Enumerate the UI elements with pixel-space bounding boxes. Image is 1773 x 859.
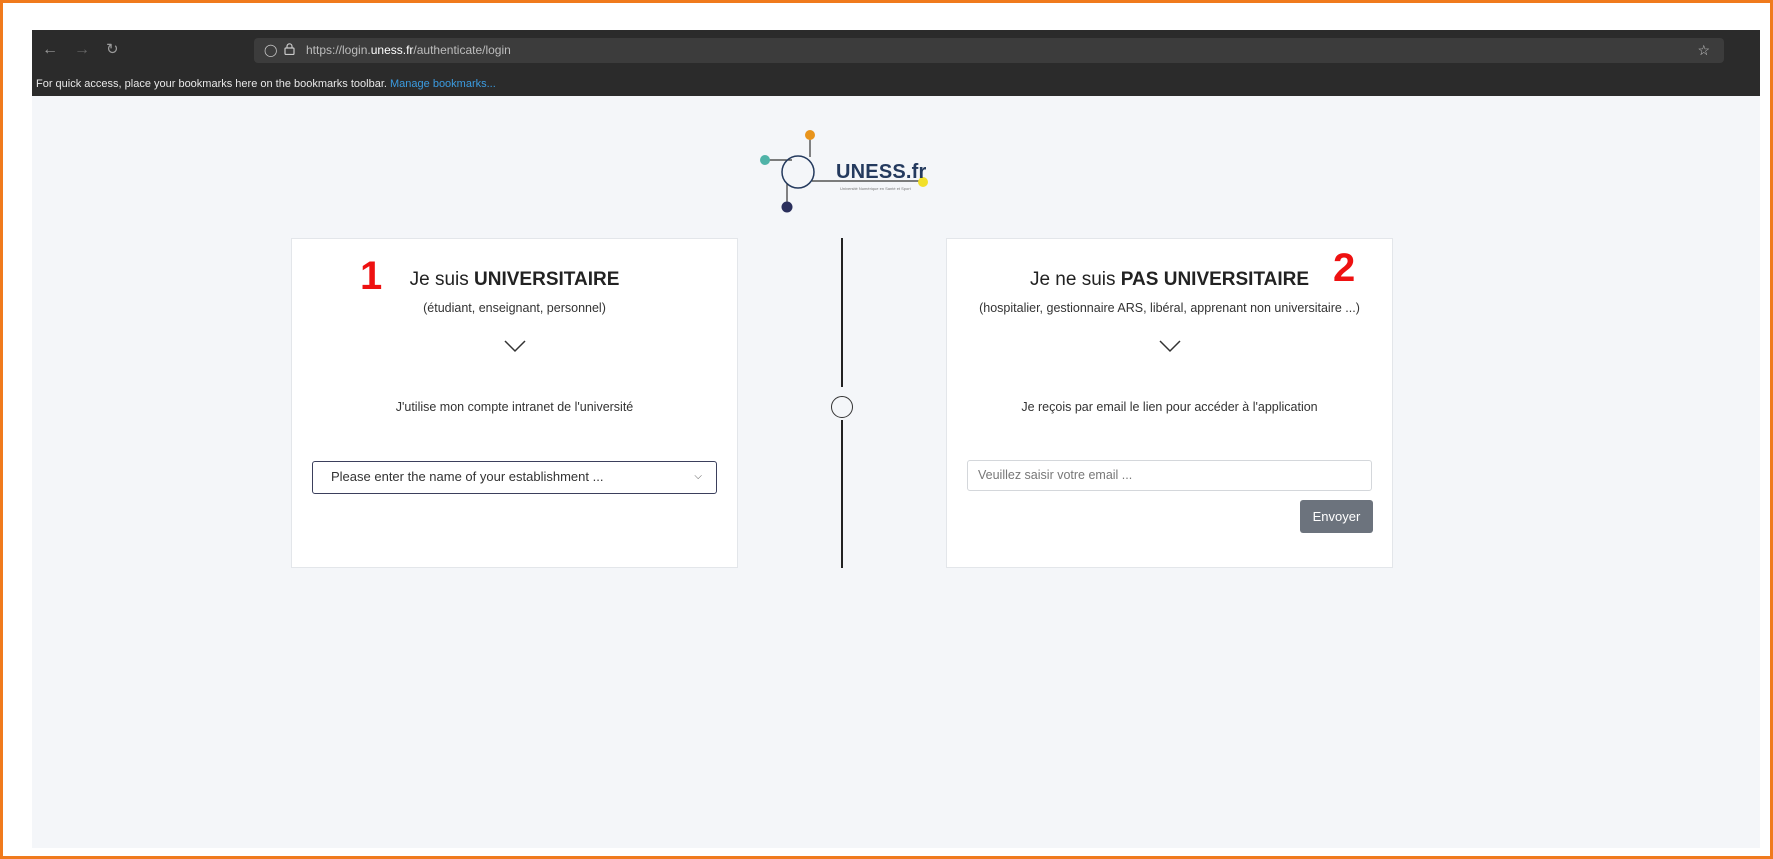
logo-text: UNESS.fr bbox=[836, 161, 927, 183]
url-path: /authenticate/login bbox=[413, 43, 511, 57]
title-prefix: Je ne suis bbox=[1029, 269, 1121, 290]
card-subtitle: (hospitalier, gestionnaire ARS, libéral,… bbox=[979, 301, 1360, 315]
chevron-down-icon bbox=[503, 340, 526, 353]
title-prefix: Je suis bbox=[409, 269, 475, 290]
arrow-left-icon[interactable]: ← bbox=[42, 41, 58, 59]
send-button[interactable]: Envoyer bbox=[1300, 500, 1373, 533]
uness-logo: UNESS.fr Université Numérique en Santé e… bbox=[760, 130, 940, 220]
card-title: Je ne suis PAS UNIVERSITAIRE bbox=[947, 269, 1392, 291]
url-bar[interactable]: ◯ https://login.uness.fr/authenticate/lo… bbox=[254, 38, 1724, 63]
email-field[interactable]: Veuillez saisir votre email ... bbox=[967, 460, 1372, 491]
annotation-marker-1: 1 bbox=[360, 254, 383, 298]
shield-icon[interactable]: ◯ bbox=[264, 38, 277, 63]
bookmarks-toolbar: For quick access, place your bookmarks h… bbox=[32, 72, 1760, 96]
browser-window: ← → ↻ ◯ https://login.uness.fr/authentic… bbox=[32, 30, 1760, 848]
arrow-right-icon[interactable]: → bbox=[74, 41, 90, 59]
divider-line-bottom bbox=[841, 420, 843, 568]
url-text: https://login.uness.fr/authenticate/logi… bbox=[306, 38, 511, 63]
email-placeholder: Veuillez saisir votre email ... bbox=[978, 468, 1133, 482]
manage-bookmarks-link[interactable]: Manage bookmarks... bbox=[390, 78, 496, 90]
card-description: Je reçois par email le lien pour accéder… bbox=[1021, 400, 1318, 414]
divider-circle bbox=[831, 396, 853, 418]
reload-icon[interactable]: ↻ bbox=[106, 41, 119, 59]
card-description: J'utilise mon compte intranet de l'unive… bbox=[395, 400, 634, 414]
browser-toolbar: ← → ↻ ◯ https://login.uness.fr/authentic… bbox=[32, 30, 1760, 72]
divider-line-top bbox=[841, 238, 843, 387]
star-icon[interactable]: ☆ bbox=[1697, 38, 1710, 63]
bookmarks-hint: For quick access, place your bookmarks h… bbox=[36, 78, 387, 90]
annotation-marker-2: 2 bbox=[1333, 246, 1356, 290]
select-placeholder: Please enter the name of your establishm… bbox=[331, 469, 604, 484]
chevron-down-icon[interactable]: ⌵ bbox=[694, 462, 702, 492]
university-login-card: Je suis UNIVERSITAIRE (étudiant, enseign… bbox=[291, 238, 738, 568]
url-prefix: https://login. bbox=[306, 43, 371, 57]
title-bold: PAS UNIVERSITAIRE bbox=[1120, 269, 1310, 290]
card-title: Je suis UNIVERSITAIRE bbox=[292, 269, 737, 291]
establishment-select[interactable]: Please enter the name of your establishm… bbox=[312, 461, 717, 494]
card-subtitle: (étudiant, enseignant, personnel) bbox=[423, 301, 606, 315]
logo-tagline: Université Numérique en Santé et Sport bbox=[840, 186, 911, 191]
url-domain: uness.fr bbox=[370, 43, 414, 57]
chevron-down-icon bbox=[1158, 340, 1181, 353]
lock-icon[interactable] bbox=[284, 38, 295, 63]
title-bold: UNIVERSITAIRE bbox=[474, 269, 620, 290]
non-university-login-card: Je ne suis PAS UNIVERSITAIRE (hospitalie… bbox=[946, 238, 1393, 568]
